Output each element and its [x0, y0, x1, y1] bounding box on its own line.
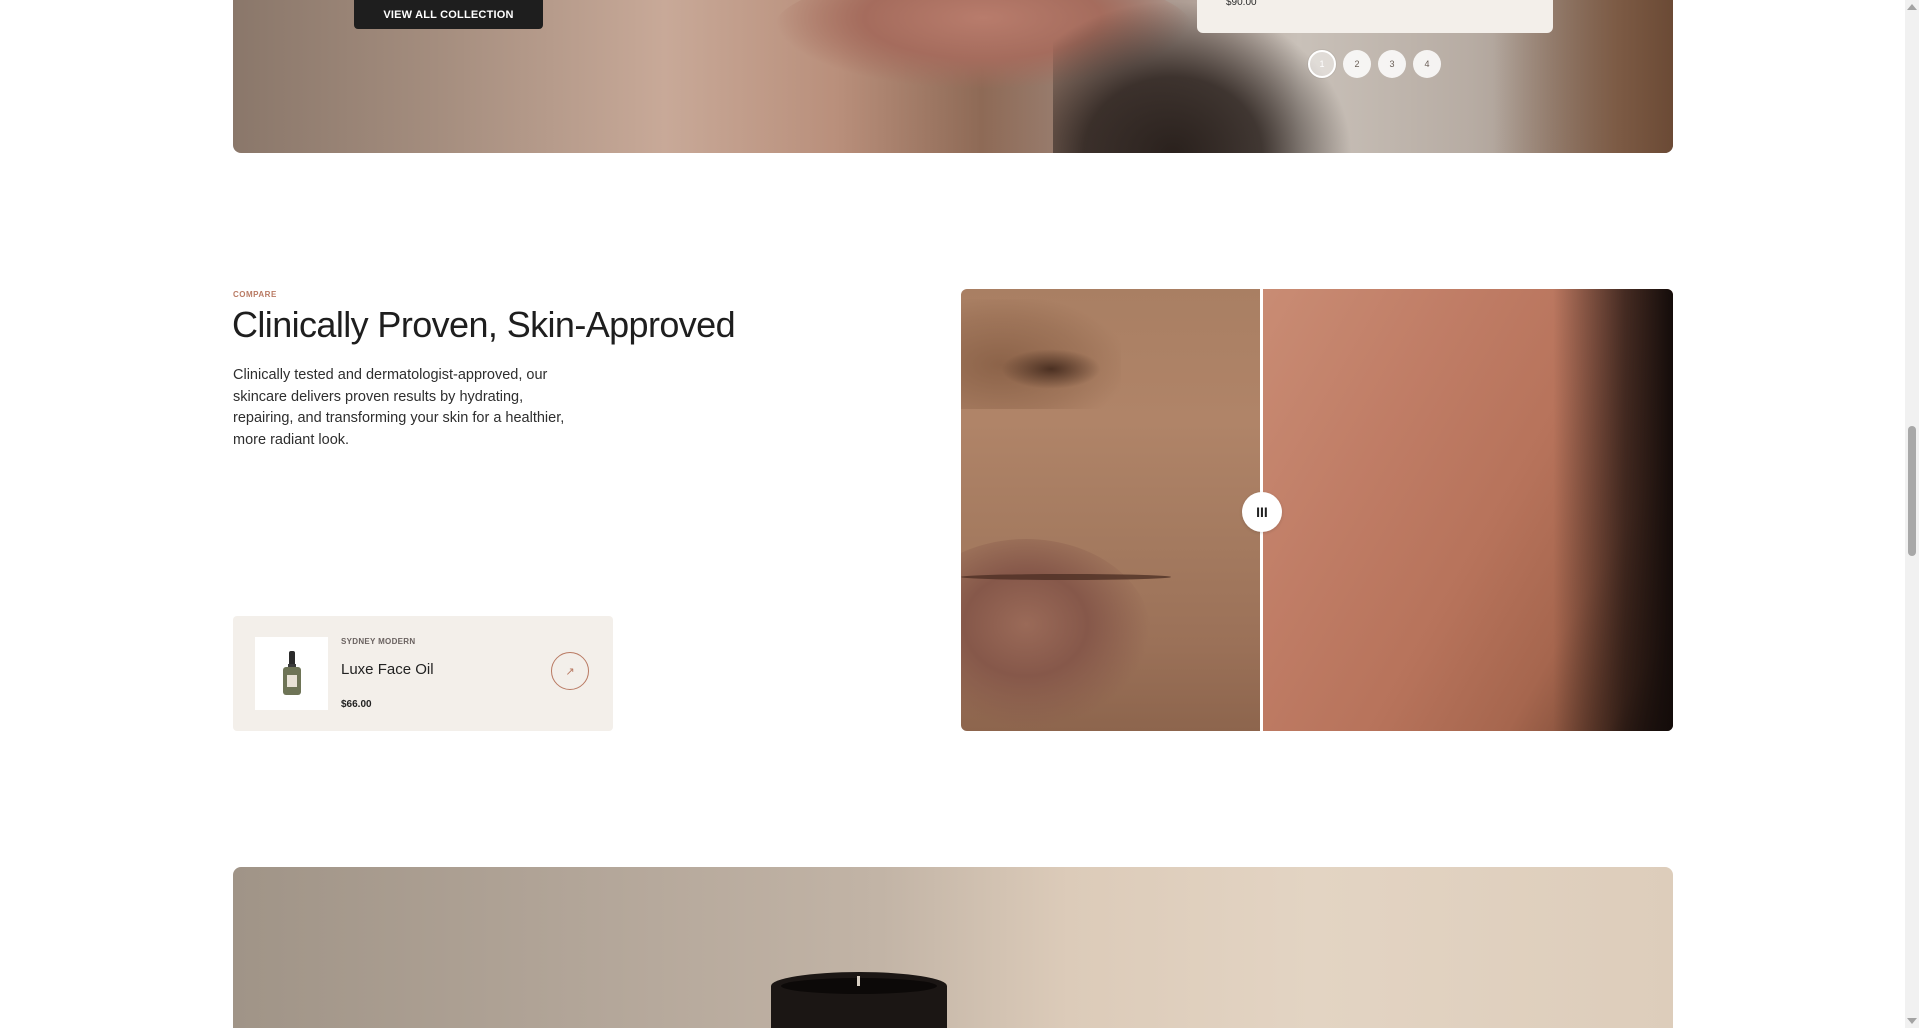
featured-product-price: $90.00 — [1226, 0, 1257, 8]
before-after-compare[interactable] — [961, 289, 1673, 731]
candle-image — [771, 972, 947, 1028]
product-card[interactable]: SYDNEY MODERN Luxe Face Oil $66.00 ↗ — [233, 616, 613, 731]
slider-pagination: 1 2 3 4 — [1308, 50, 1441, 78]
face-oil-bottle-icon — [283, 651, 301, 695]
product-price: $66.00 — [341, 699, 372, 710]
slider-dot-1[interactable]: 1 — [1308, 50, 1336, 78]
product-vendor: SYDNEY MODERN — [341, 637, 416, 646]
section-title: Clinically Proven, Skin-Approved — [232, 304, 736, 345]
hero-banner-bottom — [233, 867, 1673, 1028]
product-link-button[interactable]: ↗ — [551, 652, 589, 690]
section-eyebrow: COMPARE — [233, 290, 277, 299]
page-scrollbar[interactable] — [1905, 0, 1919, 1028]
scroll-up-arrow-icon[interactable] — [1907, 4, 1917, 10]
featured-product-card[interactable]: $90.00 — [1197, 0, 1553, 33]
arrow-up-right-icon: ↗ — [565, 665, 575, 678]
after-image — [1263, 289, 1673, 731]
scroll-down-arrow-icon[interactable] — [1907, 1018, 1917, 1024]
section-description: Clinically tested and dermatologist-appr… — [233, 367, 565, 449]
product-thumbnail[interactable] — [255, 637, 328, 710]
scrollbar-thumb[interactable] — [1908, 426, 1916, 556]
slider-dot-2[interactable]: 2 — [1343, 50, 1371, 78]
product-name[interactable]: Luxe Face Oil — [341, 661, 434, 678]
before-image — [961, 289, 1261, 731]
compare-drag-handle[interactable]: III — [1242, 492, 1282, 532]
slider-dot-4[interactable]: 4 — [1413, 50, 1441, 78]
slider-dot-3[interactable]: 3 — [1378, 50, 1406, 78]
view-all-collection-button[interactable]: VIEW ALL COLLECTION — [354, 0, 543, 29]
